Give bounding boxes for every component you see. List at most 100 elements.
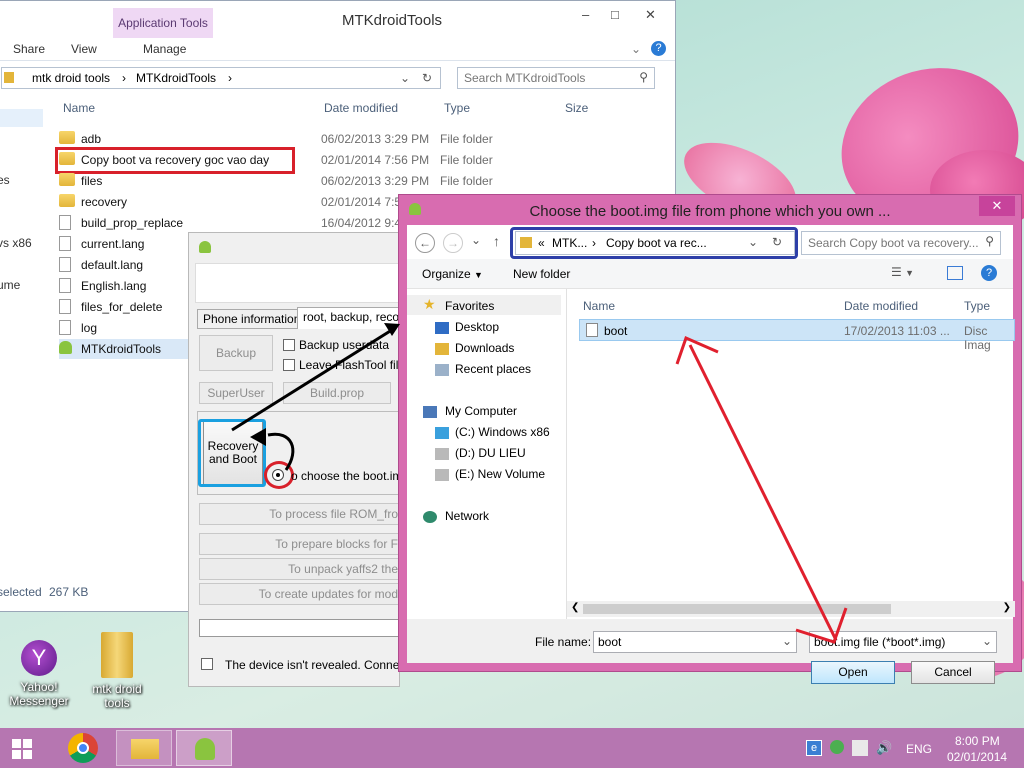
nav-downloads[interactable]: Downloads [455,341,514,355]
create-updates-button[interactable]: To create updates for mod [199,583,399,605]
volume-icon[interactable]: 🔊 [876,740,892,756]
search-input[interactable]: Search Copy boot va recovery... ⚲ [801,231,1001,255]
scrollbar-thumb[interactable] [583,604,891,614]
nav-drive-e[interactable]: (E:) New Volume [455,467,545,481]
view-options-icon[interactable]: ☰ ▼ [891,265,914,279]
filename-label: File name: [535,635,592,649]
nav-cut-label[interactable]: ume [0,278,20,292]
organize-button[interactable]: Organize ▼ [422,267,483,281]
horizontal-scrollbar[interactable]: ❮ ❯ [567,601,1015,617]
nav-drive-d[interactable]: (D:) DU LIEU [455,446,526,460]
clock-time[interactable]: 8:00 PM [955,734,1000,748]
folder-icon [101,632,133,678]
nav-cut-label[interactable]: es [0,173,10,187]
scroll-right-icon[interactable]: ❯ [1003,602,1011,613]
close-icon[interactable]: ✕ [645,7,656,23]
network-tray-icon[interactable] [830,740,844,754]
column-name[interactable]: Name [583,299,615,313]
preview-pane-icon[interactable] [947,266,963,280]
filename-value: boot [598,635,622,649]
mtkdroidtools-window: Phone information root, backup, recove B… [188,232,400,687]
backup-button[interactable]: Backup [199,335,273,371]
file-type-select[interactable]: boot.img file (*boot*.img) ⌄ [809,631,997,653]
search-placeholder: Search Copy boot va recovery... [808,236,979,250]
recent-dropdown-icon[interactable]: ⌄ [471,233,481,247]
back-icon[interactable]: ← [415,233,435,253]
ribbon-tab-manage[interactable]: Manage [143,42,186,56]
list-item[interactable]: files 06/02/2013 3:29 PM File folder [59,171,659,191]
cancel-button[interactable]: Cancel [911,661,995,684]
scroll-left-icon[interactable]: ❮ [571,602,579,613]
nav-my-computer[interactable]: My Computer [445,404,517,418]
maximize-icon[interactable]: □ [611,7,619,22]
new-folder-button[interactable]: New folder [513,267,570,281]
windows-drive-icon [435,427,449,439]
highlight-box-blue [198,419,266,487]
windows-start-icon[interactable] [0,730,46,766]
file-row-boot[interactable]: boot 17/02/2013 11:03 ... Disc Imag [579,319,1015,352]
mtkdroidtools-taskbar-icon[interactable] [176,730,232,766]
tab-root-backup-recovery[interactable]: root, backup, recove [297,307,399,329]
column-type[interactable]: Type [964,299,990,313]
column-size[interactable]: Size [565,101,588,115]
help-icon[interactable]: ? [981,265,997,281]
nav-drive-c[interactable]: (C:) Windows x86 [455,425,550,439]
chrome-icon[interactable] [56,730,112,766]
desktop-icon-yahoo-messenger[interactable]: Y Yahoo! Messenger [4,640,74,708]
refresh-icon[interactable]: ↻ [422,71,432,85]
address-bar[interactable]: mtk droid tools › MTKdroidTools › ⌄ ↻ [1,67,441,89]
superuser-button[interactable]: SuperUser [199,382,273,404]
nav-recent-places[interactable]: Recent places [455,362,531,376]
window-title: MTKdroidTools [342,12,443,29]
search-icon: ⚲ [985,234,994,248]
column-date[interactable]: Date modified [324,101,398,115]
backup-userdata-checkbox[interactable] [283,339,295,351]
breadcrumb-mtkdroidtools[interactable]: MTKdroidTools [136,71,216,85]
tab-phone-information[interactable]: Phone information [197,309,307,329]
device-checkbox[interactable] [201,658,213,670]
breadcrumb-mtk-droid-tools[interactable]: mtk droid tools [32,71,110,85]
buildprop-button[interactable]: Build.prop [283,382,391,404]
expand-ribbon-icon[interactable]: ⌄ [631,42,641,56]
prepare-blocks-button[interactable]: To prepare blocks for F [199,533,399,555]
column-name[interactable]: Name [63,101,95,115]
help-icon[interactable]: ? [651,41,666,56]
desktop-icon-mtk-droid-tools[interactable]: mtk droid tools [82,632,152,710]
chevron-down-icon: ⌄ [981,634,992,648]
file-explorer-icon[interactable] [116,730,172,766]
up-icon[interactable]: ↑ [493,233,500,249]
ribbon-tab-view[interactable]: View [71,42,97,56]
column-date[interactable]: Date modified [844,299,918,313]
forward-icon[interactable]: → [443,233,463,253]
dialog-footer: File name: boot ⌄ boot.img file (*boot*.… [407,619,1013,684]
tray-app-icon[interactable]: e [806,740,822,756]
list-item[interactable]: MTKdroidTools [59,339,189,359]
column-type[interactable]: Type [444,101,470,115]
open-button[interactable]: Open [811,661,895,684]
process-rom-button[interactable]: To process file ROM_fro [199,503,399,525]
dropdown-arrow-icon[interactable]: ⌄ [400,71,410,85]
nav-network[interactable]: Network [445,509,489,523]
filename-input[interactable]: boot ⌄ [593,631,797,653]
ribbon-tab-share[interactable]: Share [13,42,45,56]
nav-favorites[interactable]: Favorites [445,299,494,313]
tray-icon[interactable] [852,740,868,756]
drive-icon [435,448,449,460]
android-icon [199,241,211,253]
dialog-title: Choose the boot.img file from phone whic… [529,203,891,220]
search-input[interactable]: Search MTKdroidTools ⚲ [457,67,655,89]
leave-flashtool-checkbox[interactable] [283,359,295,371]
nav-cut-label[interactable]: vs x86 [0,236,32,250]
command-toolbar: Organize ▼ New folder ☰ ▼ ? [407,259,1013,289]
close-icon[interactable]: ✕ [979,196,1015,216]
clock-date[interactable]: 02/01/2014 [947,750,1007,764]
unpack-yaffs2-button[interactable]: To unpack yaffs2 the [199,558,399,580]
desktop-icon [435,322,449,334]
nav-desktop[interactable]: Desktop [455,320,499,334]
list-item[interactable]: adb 06/02/2013 3:29 PM File folder [59,129,659,149]
application-tools-tab[interactable]: Application Tools [113,8,213,38]
leave-flashtool-label: Leave FlashTool files [299,358,400,372]
language-indicator[interactable]: ENG [906,742,932,756]
minimize-icon[interactable]: – [582,7,589,22]
navigation-pane: ★ Favorites Desktop Downloads Recent pla… [407,289,567,619]
